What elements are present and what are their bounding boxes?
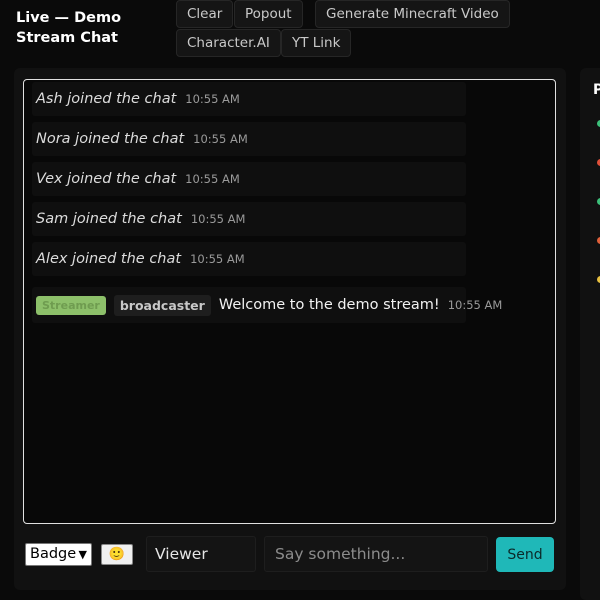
clear-button[interactable]: Clear [176,0,234,28]
message-time: 10:55 AM [185,92,240,106]
message-text: Welcome to the demo stream! [218,297,440,313]
side-panel [580,68,600,600]
message-time: 10:55 AM [193,132,248,146]
message-time: 10:55 AM [447,298,503,312]
chat-message: Sam joined the chat 10:55 AM [32,202,466,236]
chat-message: Vex joined the chat 10:55 AM [32,162,466,196]
message-text: Alex joined the chat [36,251,182,267]
message-time: 10:55 AM [190,212,246,226]
broadcaster-badge: broadcaster [113,294,211,316]
yt-link-button[interactable]: YT Link [281,29,352,57]
badge-select[interactable]: Badge ▼ [25,543,92,566]
chevron-down-icon: ▼ [78,548,87,561]
page-title: Live — Demo Stream Chat [16,10,122,46]
popout-button[interactable]: Popout [234,0,303,28]
generate-minecraft-video-button[interactable]: Generate Minecraft Video [315,0,510,28]
message-time: 10:55 AM [190,252,245,266]
chat-message: Alex joined the chat 10:55 AM [32,242,466,276]
message-text: Sam joined the chat [36,211,182,227]
message-text: Vex joined the chat [36,171,177,187]
message-time: 10:55 AM [185,172,240,186]
message-text: Ash joined the chat [36,91,177,107]
broadcaster-message: Streamer broadcaster Welcome to the demo… [32,287,502,323]
chat-message: Ash joined the chat 10:55 AM [32,82,466,116]
character-ai-button[interactable]: Character.AI [176,29,281,57]
streamer-badge: Streamer [36,295,106,315]
side-panel-heading: P [593,82,600,98]
send-button[interactable]: Send [496,537,554,572]
chat-message: Nora joined the chat 10:55 AM [32,122,466,156]
message-text: Nora joined the chat [36,131,185,147]
smile-icon: 🙂 [108,547,126,562]
badge-select-value: Badge [30,546,77,562]
message-input[interactable]: Say something... [264,536,488,572]
name-input[interactable]: Viewer [146,536,256,572]
emoji-button[interactable]: 🙂 [101,544,133,565]
chat-log[interactable]: Ash joined the chat 10:55 AM Nora joined… [23,79,556,524]
